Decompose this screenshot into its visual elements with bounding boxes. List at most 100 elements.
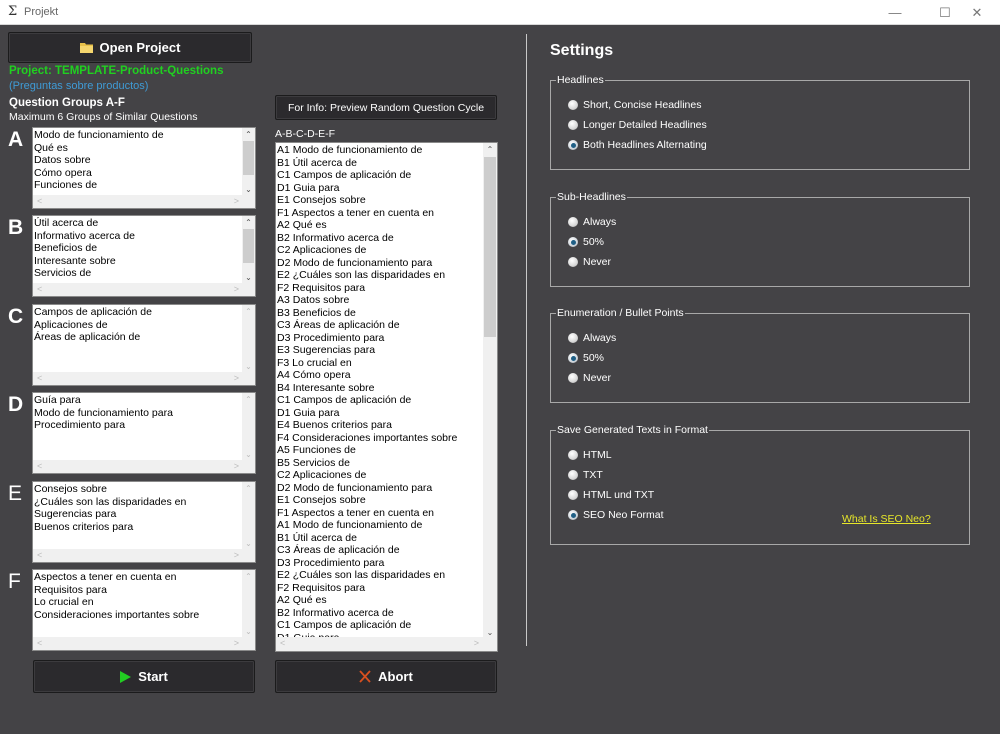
scroll-up-icon[interactable]: ⌃ [242, 572, 255, 581]
radio-unselected-icon[interactable] [568, 450, 578, 460]
radio-option[interactable]: Both Headlines Alternating [568, 139, 707, 151]
scroll-up-icon[interactable]: ⌃ [242, 395, 255, 404]
vertical-scrollbar[interactable]: ⌃ ⌄ [242, 482, 255, 550]
radio-option[interactable]: Always [568, 216, 616, 228]
horizontal-scrollbar[interactable]: < > [33, 195, 255, 208]
radio-option[interactable]: Longer Detailed Headlines [568, 119, 707, 131]
preview-cycle-button[interactable]: For Info: Preview Random Question Cycle [275, 95, 497, 120]
scroll-thumb[interactable] [243, 229, 254, 263]
seo-neo-link[interactable]: What Is SEO Neo? [842, 513, 931, 525]
minimize-button[interactable]: — [872, 0, 918, 25]
scroll-up-icon[interactable]: ⌃ [242, 484, 255, 493]
scroll-left-icon[interactable]: < [37, 284, 42, 294]
vertical-scrollbar[interactable]: ⌃ ⌄ [242, 305, 255, 373]
radio-option[interactable]: HTML [568, 449, 612, 461]
radio-unselected-icon[interactable] [568, 470, 578, 480]
scroll-down-icon[interactable]: ⌄ [242, 450, 255, 459]
radio-selected-icon[interactable] [568, 353, 578, 363]
group-line: Datos sobre [34, 154, 91, 167]
horizontal-scrollbar[interactable]: < > [33, 549, 255, 562]
horizontal-scrollbar[interactable]: < > [33, 460, 255, 473]
radio-selected-icon[interactable] [568, 140, 578, 150]
settings-group-3: Save Generated Texts in Format HTML TXT HTM… [550, 424, 970, 545]
group-line: Sugerencias para [34, 508, 117, 521]
scroll-right-icon[interactable]: > [234, 196, 239, 206]
scroll-left-icon[interactable]: < [37, 461, 42, 471]
radio-selected-icon[interactable] [568, 510, 578, 520]
radio-option[interactable]: Never [568, 256, 611, 268]
project-subtitle: (Preguntas sobre productos) [9, 80, 149, 92]
group-c-textarea[interactable]: Campos de aplicación de Aplicaciones de Ár… [32, 304, 256, 386]
scroll-left-icon[interactable]: < [37, 638, 42, 648]
scroll-up-icon[interactable]: ⌃ [242, 130, 255, 139]
scroll-left-icon[interactable]: < [37, 550, 42, 560]
cycle-line: F2 Requisitos para [277, 281, 366, 294]
radio-option[interactable]: Always [568, 332, 616, 344]
close-button[interactable]: ✕ [954, 0, 1000, 25]
group-lines: Consejos sobre ¿Cuáles son las disparidad… [34, 483, 186, 533]
radio-option[interactable]: Short, Concise Headlines [568, 99, 701, 111]
group-a-textarea[interactable]: Modo de funcionamiento de Qué es Datos sob… [32, 127, 256, 209]
radio-selected-icon[interactable] [568, 237, 578, 247]
radio-unselected-icon[interactable] [568, 490, 578, 500]
scroll-down-icon[interactable]: ⌄ [483, 628, 497, 637]
scroll-left-icon[interactable]: < [280, 638, 285, 648]
group-d-textarea[interactable]: Guía para Modo de funcionamiento para Proc… [32, 392, 256, 474]
group-line: Modo de funcionamiento para [34, 406, 173, 419]
abort-button[interactable]: Abort [275, 660, 497, 693]
scroll-thumb[interactable] [243, 141, 254, 175]
scroll-left-icon[interactable]: < [37, 373, 42, 383]
scroll-up-icon[interactable]: ⌃ [242, 218, 255, 227]
radio-unselected-icon[interactable] [568, 217, 578, 227]
radio-unselected-icon[interactable] [568, 373, 578, 383]
scroll-down-icon[interactable]: ⌄ [242, 362, 255, 371]
radio-option[interactable]: HTML und TXT [568, 489, 654, 501]
radio-unselected-icon[interactable] [568, 100, 578, 110]
radio-option[interactable]: Never [568, 372, 611, 384]
scroll-right-icon[interactable]: > [234, 550, 239, 560]
scroll-right-icon[interactable]: > [234, 284, 239, 294]
cycle-vertical-scrollbar[interactable]: ⌃ ⌄ [483, 143, 497, 639]
scroll-up-icon[interactable]: ⌃ [483, 145, 497, 154]
open-project-button[interactable]: Open Project [8, 32, 252, 63]
horizontal-scrollbar[interactable]: < > [33, 372, 255, 385]
cycle-line: D3 Procedimiento para [277, 331, 385, 344]
vertical-scrollbar[interactable]: ⌃ ⌄ [242, 570, 255, 638]
radio-option[interactable]: 50% [568, 352, 604, 364]
cycle-label: A-B-C-D-E-F [275, 128, 336, 140]
group-legend: Save Generated Texts in Format [556, 424, 709, 436]
cycle-preview-listbox[interactable]: A1 Modo de funcionamiento de B1 Útil acer… [275, 142, 498, 652]
group-line: Consideraciones importantes sobre [34, 608, 200, 621]
radio-option[interactable]: TXT [568, 469, 603, 481]
group-f-textarea[interactable]: Aspectos a tener en cuenta en Requisitos … [32, 569, 256, 651]
radio-label: Never [583, 372, 612, 384]
scroll-down-icon[interactable]: ⌄ [242, 185, 255, 194]
panel-divider [526, 34, 527, 646]
cycle-horizontal-scrollbar[interactable]: < > [276, 637, 497, 651]
vertical-scrollbar[interactable]: ⌃ ⌄ [242, 393, 255, 461]
horizontal-scrollbar[interactable]: < > [33, 283, 255, 296]
start-button[interactable]: Start [33, 660, 255, 693]
scroll-left-icon[interactable]: < [37, 196, 42, 206]
radio-unselected-icon[interactable] [568, 120, 578, 130]
vertical-scrollbar[interactable]: ⌃ ⌄ [242, 128, 255, 196]
group-e-textarea[interactable]: Consejos sobre ¿Cuáles son las disparidad… [32, 481, 256, 563]
scroll-right-icon[interactable]: > [234, 373, 239, 383]
group-line: Interesante sobre [34, 254, 116, 267]
scroll-up-icon[interactable]: ⌃ [242, 307, 255, 316]
scroll-down-icon[interactable]: ⌄ [242, 627, 255, 636]
scroll-down-icon[interactable]: ⌄ [242, 539, 255, 548]
radio-unselected-icon[interactable] [568, 257, 578, 267]
scroll-down-icon[interactable]: ⌄ [242, 273, 255, 282]
radio-option[interactable]: 50% [568, 236, 604, 248]
horizontal-scrollbar[interactable]: < > [33, 637, 255, 650]
scroll-thumb[interactable] [484, 157, 496, 337]
scroll-right-icon[interactable]: > [234, 461, 239, 471]
scroll-right-icon[interactable]: > [234, 638, 239, 648]
vertical-scrollbar[interactable]: ⌃ ⌄ [242, 216, 255, 284]
radio-option[interactable]: SEO Neo Format [568, 509, 664, 521]
group-b-textarea[interactable]: Útil acerca de Informativo acerca de Benef… [32, 215, 256, 297]
group-line: Buenos criterios para [34, 520, 134, 533]
radio-unselected-icon[interactable] [568, 333, 578, 343]
scroll-right-icon[interactable]: > [474, 638, 479, 648]
